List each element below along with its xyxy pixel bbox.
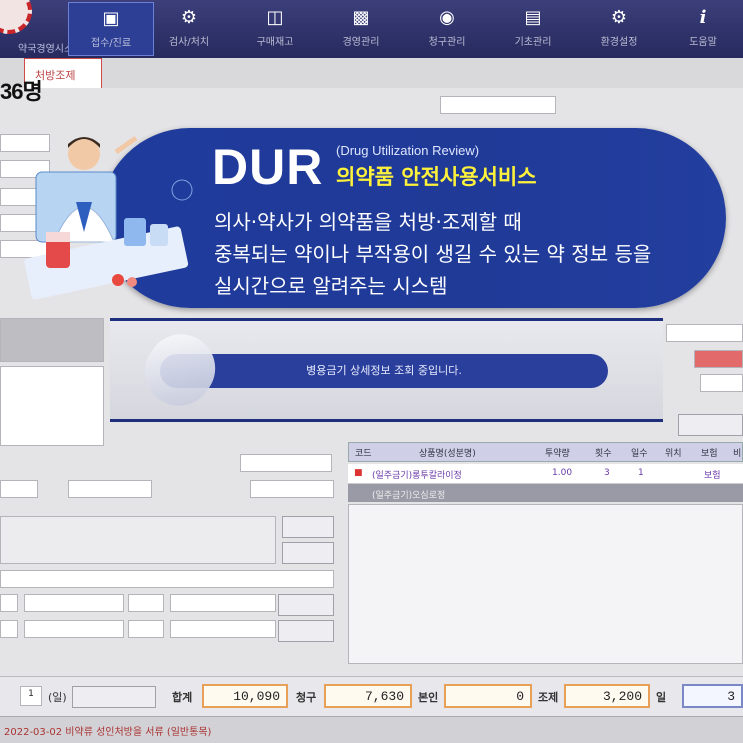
dur-description-line-1: 의사·약사가 의약품을 처방·조제할 때 — [214, 210, 522, 234]
toolbar-item-purchase[interactable]: ◫ 구매재고 — [232, 2, 318, 56]
money-icon: ◉ — [439, 7, 455, 28]
right-field-2[interactable] — [700, 374, 743, 392]
toolbar-item-settings[interactable]: ⚙ 환경설정 — [576, 2, 662, 56]
row-marker: ■ — [354, 468, 363, 478]
side-button-2[interactable] — [282, 542, 334, 564]
form-field-j[interactable] — [24, 620, 124, 638]
column-days: 일수 — [631, 449, 648, 459]
form-field-c[interactable] — [250, 480, 334, 498]
info-icon: i — [699, 7, 707, 28]
side-button-1[interactable] — [282, 516, 334, 538]
loading-message: 병용금기 상세정보 조회 중입니다. — [160, 354, 608, 388]
dur-title: DUR — [212, 139, 324, 195]
row-insurance: 보험 — [704, 471, 721, 481]
extra-amount: 3 — [682, 684, 743, 708]
row-drug-name: (일주금기)오심로정 — [372, 491, 446, 501]
prescription-number-field[interactable] — [440, 96, 556, 114]
row-times: 3 — [604, 468, 610, 478]
medicine-icon: ⚙ — [180, 7, 198, 28]
gear-icon: ⚙ — [610, 7, 628, 28]
days-label: (일) — [48, 691, 67, 704]
history-detail — [0, 366, 104, 446]
table-row[interactable]: ■ (일주금기)롱투칼라이정 1.00 3 1 보험 — [348, 464, 743, 484]
chart-icon: ▩ — [352, 7, 370, 28]
pharmacist-illustration — [24, 135, 193, 300]
copay-amount: 0 — [444, 684, 532, 708]
toolbar-item-management[interactable]: ▩ 경영관리 — [318, 2, 404, 56]
clipboard-icon: ▤ — [524, 7, 542, 28]
add-drug-button[interactable] — [678, 414, 743, 436]
self-amount: 3,200 — [564, 684, 650, 708]
toolbar-item-basic[interactable]: ▤ 기초관리 — [490, 2, 576, 56]
pharmacy-app-window: 약국경영시스템 ▣ 접수/진료 ⚙ 검사/처치 ◫ 구매재고 ▩ 경영관리 ◉ … — [0, 0, 743, 743]
column-times: 횟수 — [595, 449, 612, 459]
form-field-i[interactable] — [0, 620, 18, 638]
dur-description-line-2: 중복되는 약이나 부작용이 생길 수 있는 약 정보 등을 — [214, 242, 652, 266]
form-field-a[interactable] — [0, 480, 38, 498]
claim-amount: 7,630 — [324, 684, 412, 708]
row-dose: 1.00 — [552, 468, 573, 478]
column-insurance: 보험 — [701, 449, 718, 459]
memo-area[interactable] — [0, 516, 276, 564]
days-field[interactable]: 1 — [20, 686, 42, 706]
status-bar: 2022-03-02 비약류 성인처방을 서류 (일반통목) — [0, 716, 743, 743]
form-field-h[interactable] — [170, 594, 276, 612]
table-row[interactable]: (일주금기)오심로정 — [348, 484, 743, 502]
claim-label: 청구 — [296, 691, 317, 704]
side-button-4[interactable] — [278, 620, 334, 642]
recalc-button[interactable] — [72, 686, 156, 708]
drug-table-body — [348, 504, 743, 664]
form-field-g[interactable] — [128, 594, 164, 612]
toolbar-item-exam[interactable]: ⚙ 검사/처치 — [146, 2, 232, 56]
history-list[interactable] — [0, 318, 104, 362]
toolbar-item-reception[interactable]: ▣ 접수/진료 — [68, 2, 154, 56]
total-label: 합계 — [172, 691, 193, 704]
form-field-l[interactable] — [170, 620, 276, 638]
column-name: 상품명(성분명) — [419, 449, 476, 459]
pill-icon: ◫ — [266, 7, 284, 28]
camera-icon: ▣ — [102, 8, 120, 29]
self-label: 조제 — [538, 691, 559, 704]
warning-field — [694, 350, 743, 368]
form-field-b[interactable] — [68, 480, 152, 498]
form-field-f[interactable] — [24, 594, 124, 612]
toolbar-item-claims[interactable]: ◉ 청구관리 — [404, 2, 490, 56]
patient-count: 36명 — [0, 79, 43, 104]
column-code: 코드 — [355, 449, 372, 459]
dur-english-name: (Drug Utilization Review) — [336, 143, 480, 158]
row-drug-name: (일주금기)롱투칼라이정 — [372, 471, 462, 481]
side-button-3[interactable] — [278, 594, 334, 616]
column-extra: 비 — [733, 449, 742, 459]
dur-description-line-3: 실시간으로 알려주는 시스템 — [214, 274, 448, 298]
main-toolbar: 약국경영시스템 ▣ 접수/진료 ⚙ 검사/처치 ◫ 구매재고 ▩ 경영관리 ◉ … — [0, 0, 743, 58]
right-field-1[interactable] — [666, 324, 743, 342]
amount-field[interactable] — [240, 454, 332, 472]
column-dose: 투약량 — [545, 449, 570, 459]
toolbar-item-help[interactable]: i 도움말 — [660, 2, 743, 56]
extra-label: 일 — [656, 691, 667, 704]
row-days: 1 — [638, 468, 644, 478]
drug-table-header: 코드 상품명(성분명) 투약량 횟수 일수 위치 보험 비 — [348, 442, 743, 462]
column-location: 위치 — [665, 449, 682, 459]
form-field-k[interactable] — [128, 620, 164, 638]
dur-subtitle: 의약품 안전사용서비스 — [336, 165, 537, 189]
form-field-e[interactable] — [0, 594, 18, 612]
form-field-d[interactable] — [0, 570, 334, 588]
copay-label: 본인 — [418, 691, 439, 704]
app-logo — [0, 0, 32, 34]
total-amount: 10,090 — [202, 684, 288, 708]
